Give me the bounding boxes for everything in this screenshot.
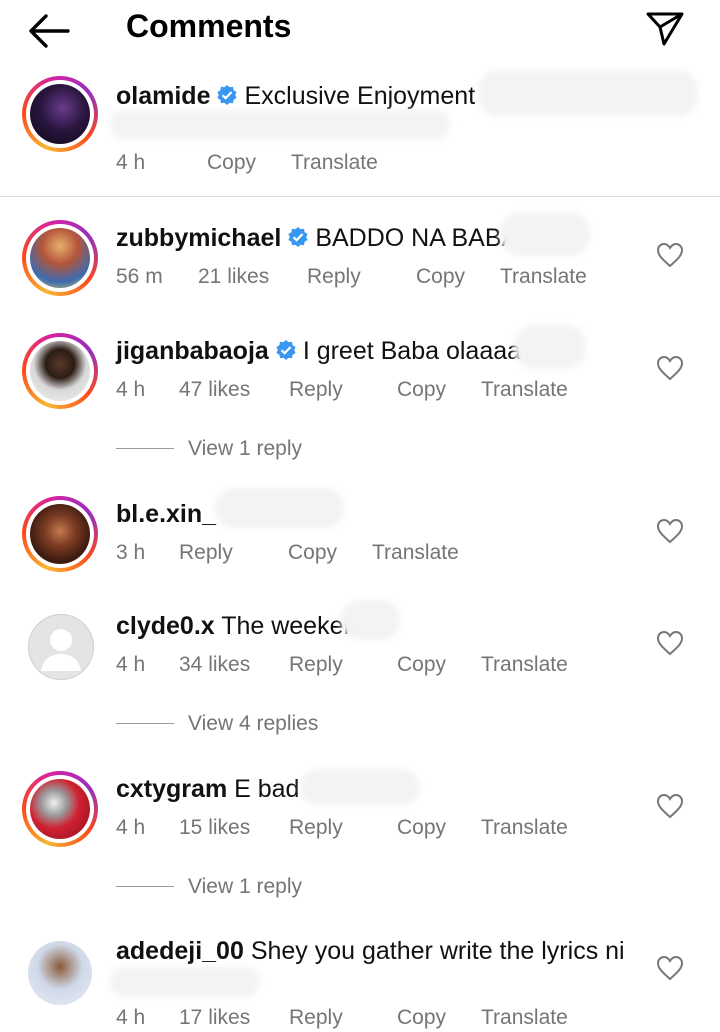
- header: Comments: [0, 0, 720, 60]
- translate-button[interactable]: Translate: [481, 378, 568, 402]
- avatar[interactable]: [22, 608, 98, 684]
- copy-button[interactable]: Copy: [416, 265, 465, 289]
- comment-row: zubbymichael BADDO NA BABA 56 m 21 likes …: [0, 212, 720, 302]
- verified-badge-icon: [217, 85, 238, 105]
- likes-count[interactable]: 47 likes: [179, 378, 250, 402]
- redaction: [514, 325, 586, 369]
- avatar[interactable]: [22, 333, 98, 409]
- default-avatar-icon: [41, 629, 81, 671]
- comment-text: I greet Baba olaaaa: [302, 337, 522, 365]
- caption: olamide Exclusive Enjoyment 4 h Copy Tran…: [0, 70, 720, 190]
- username[interactable]: bl.e.xin_: [116, 500, 216, 528]
- username[interactable]: jiganbabaoja: [116, 337, 269, 365]
- replies-line: [116, 886, 174, 887]
- comment-text: E bad: [234, 775, 300, 803]
- username[interactable]: cxtygram: [116, 775, 227, 803]
- comment-time: 4 h: [116, 1006, 146, 1029]
- avatar[interactable]: [22, 220, 98, 296]
- likes-count[interactable]: 15 likes: [179, 816, 250, 840]
- reply-button[interactable]: Reply: [307, 265, 361, 289]
- comment-row: clyde0.x The weekend 4 h 34 likes Reply …: [0, 600, 720, 690]
- translate-button[interactable]: Translate: [500, 265, 587, 289]
- avatar[interactable]: [22, 935, 98, 1011]
- view-replies-label: View 1 reply: [188, 875, 303, 898]
- replies-line: [116, 448, 174, 449]
- heart-outline-icon[interactable]: [656, 955, 684, 981]
- username[interactable]: zubbymichael: [116, 224, 281, 252]
- copy-button[interactable]: Copy: [288, 541, 337, 565]
- reply-button[interactable]: Reply: [179, 541, 233, 565]
- comment-row: adedeji_00 Shey you gather write the lyr…: [0, 925, 720, 1032]
- comment-text: Exclusive Enjoyment: [244, 82, 476, 110]
- translate-button[interactable]: Translate: [481, 653, 568, 677]
- redaction: [478, 70, 698, 116]
- comment-time: 4 h: [116, 816, 146, 839]
- arrow-left-icon[interactable]: [26, 12, 72, 50]
- translate-button[interactable]: Translate: [481, 816, 568, 840]
- page-title: Comments: [126, 8, 292, 44]
- heart-outline-icon[interactable]: [656, 793, 684, 819]
- heart-outline-icon[interactable]: [656, 242, 684, 268]
- comment-text: Shey you gather write the lyrics ni: [250, 937, 625, 965]
- translate-button[interactable]: Translate: [372, 541, 459, 565]
- reply-button[interactable]: Reply: [289, 1006, 343, 1030]
- heart-outline-icon[interactable]: [656, 355, 684, 381]
- redaction: [500, 212, 590, 256]
- username[interactable]: adedeji_00: [116, 937, 244, 965]
- comment-text: BADDO NA BABA: [315, 224, 519, 252]
- username[interactable]: olamide: [116, 82, 210, 110]
- copy-button[interactable]: Copy: [397, 816, 446, 840]
- avatar[interactable]: [22, 771, 98, 847]
- likes-count[interactable]: 21 likes: [198, 265, 269, 289]
- translate-button[interactable]: Translate: [291, 151, 378, 175]
- reply-button[interactable]: Reply: [289, 378, 343, 402]
- verified-badge-icon: [276, 340, 296, 360]
- likes-count[interactable]: 17 likes: [179, 1006, 250, 1030]
- view-replies-button[interactable]: View 1 reply: [116, 875, 302, 899]
- comment-time: 4 h: [116, 378, 146, 401]
- translate-button[interactable]: Translate: [481, 1006, 568, 1030]
- avatar[interactable]: [22, 496, 98, 572]
- heart-outline-icon[interactable]: [656, 630, 684, 656]
- paper-plane-icon[interactable]: [644, 8, 686, 48]
- copy-button[interactable]: Copy: [397, 378, 446, 402]
- avatar[interactable]: [22, 76, 98, 152]
- divider: [0, 196, 720, 197]
- view-replies-button[interactable]: View 4 replies: [116, 712, 318, 736]
- copy-button[interactable]: Copy: [397, 1006, 446, 1030]
- replies-line: [116, 723, 174, 724]
- verified-badge-icon: [288, 227, 308, 247]
- heart-outline-icon[interactable]: [656, 518, 684, 544]
- comment-row: bl.e.xin_ 3 h Reply Copy Translate: [0, 488, 720, 578]
- comment-time: 56 m: [116, 265, 163, 288]
- comment-row: cxtygram E bad 4 h 15 likes Reply Copy T…: [0, 763, 720, 853]
- likes-count[interactable]: 34 likes: [179, 653, 250, 677]
- reply-button[interactable]: Reply: [289, 816, 343, 840]
- redaction: [340, 600, 400, 640]
- comment-time: 3 h: [116, 541, 146, 564]
- redaction: [300, 769, 420, 805]
- view-replies-label: View 1 reply: [188, 437, 303, 460]
- redaction: [110, 110, 450, 140]
- redaction: [110, 967, 260, 997]
- username[interactable]: clyde0.x: [116, 612, 215, 640]
- comment-time: 4 h: [116, 151, 146, 174]
- comment-time: 4 h: [116, 653, 146, 676]
- view-replies-button[interactable]: View 1 reply: [116, 437, 302, 461]
- copy-button[interactable]: Copy: [397, 653, 446, 677]
- comment-row: jiganbabaoja I greet Baba olaaaa 4 h 47 l…: [0, 325, 720, 415]
- redaction: [214, 488, 344, 528]
- copy-button[interactable]: Copy: [207, 151, 256, 175]
- reply-button[interactable]: Reply: [289, 653, 343, 677]
- view-replies-label: View 4 replies: [188, 712, 319, 735]
